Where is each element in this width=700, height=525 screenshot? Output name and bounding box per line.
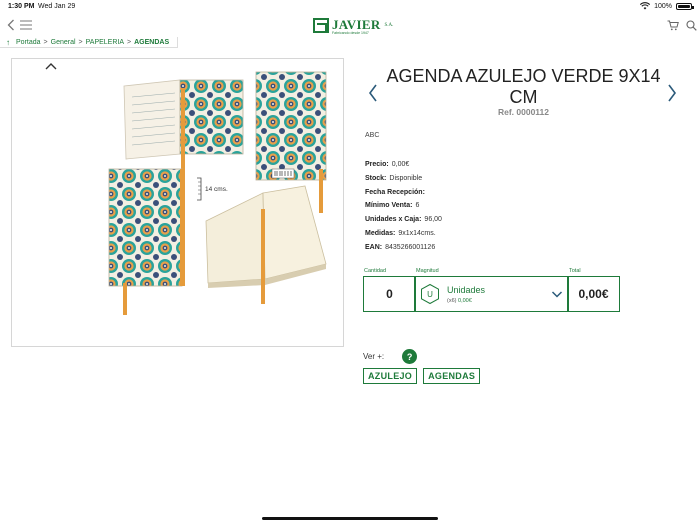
total-header: Total (569, 268, 581, 274)
product-photo: 14 cms. (108, 71, 327, 315)
unit-select[interactable]: U Unidades (x6) 0,00€ (414, 276, 569, 312)
status-bar: 1:30 PM Wed Jan 29 100% (0, 0, 700, 13)
product-details: Precio: 0,00€ Stock: Disponible Fecha Rece… (365, 158, 442, 255)
battery-percent: 100% (654, 2, 672, 10)
order-panel: Cantidad Magnitud Total 0 U Unidades (x6… (363, 268, 620, 312)
detail-label: Fecha Recepción: (365, 188, 425, 196)
logo-mark-icon (313, 17, 329, 33)
closed-agenda-image (108, 168, 185, 315)
next-product-chevron-icon[interactable] (665, 82, 679, 104)
tag-agendas[interactable]: AGENDAS (423, 368, 481, 384)
tag-list: AZULEJO AGENDAS (363, 368, 481, 384)
breadcrumb-separator: > (78, 38, 83, 46)
tag-azulejo[interactable]: AZULEJO (363, 368, 418, 384)
breadcrumb-separator: > (127, 38, 132, 46)
detail-row-ean: EAN: 8435266001126 (365, 241, 442, 255)
wifi-icon (640, 2, 651, 10)
breadcrumb-item-papeleria[interactable]: PAPELERIA (86, 39, 124, 46)
unit-name: Unidades (447, 284, 486, 295)
detail-value: 0,00€ (391, 161, 410, 168)
detail-label: Mínimo Venta: (365, 202, 413, 210)
detail-label: EAN: (365, 243, 383, 251)
logo-suffix: S.A. (384, 22, 394, 28)
size-caption: 14 cms. (205, 186, 228, 193)
breadcrumb-item-general[interactable]: General (51, 39, 76, 46)
detail-value: 9x1x14cms. (398, 229, 436, 237)
magnitude-header: Magnitud (416, 268, 439, 274)
open-agenda-image (123, 79, 244, 174)
quantity-input[interactable]: 0 (363, 276, 416, 312)
previous-product-chevron-icon[interactable] (366, 82, 380, 104)
detail-row-reception-date: Fecha Recepción: (365, 186, 442, 200)
breadcrumb: ↑ Portada > General > PAPELERIA > AGENDA… (0, 37, 179, 48)
unit-hexagon-icon: U (419, 283, 441, 305)
detail-value: Disponible (389, 174, 423, 182)
status-date: Wed Jan 29 (38, 3, 76, 10)
help-question-button[interactable]: ? (402, 349, 418, 364)
breadcrumb-item-portada[interactable]: Portada (16, 39, 41, 46)
back-icon[interactable] (3, 17, 19, 33)
detail-value: 96,00 (424, 216, 442, 224)
brand-logo[interactable]: JAVIER S.A. Fabricando desde 1947 (313, 17, 394, 35)
status-time: 1:30 PM (8, 3, 35, 10)
breadcrumb-current: AGENDAS (134, 38, 170, 46)
cart-icon[interactable] (665, 17, 681, 33)
breadcrumb-separator: > (43, 38, 48, 46)
detail-row-stock: Stock: Disponible (365, 172, 442, 186)
status-right: 100% (640, 2, 694, 10)
detail-value: 6 (415, 202, 420, 210)
battery-icon (676, 2, 694, 10)
detail-row-measures: Medidas: 9x1x14cms. (365, 227, 442, 241)
logo-tagline: Fabricando desde 1947 (332, 31, 369, 35)
up-arrow-icon[interactable]: ↑ (6, 38, 10, 47)
detail-value: 8435266001126 (385, 243, 436, 251)
size-ruler: 14 cms. (197, 177, 228, 201)
product-image-panel[interactable]: 14 cms. (11, 58, 344, 347)
open-blank-agenda-image (205, 185, 327, 304)
detail-label: Unidades x Caja: (365, 216, 422, 224)
unit-icon-letter: U (427, 289, 433, 299)
detail-row-min-sale: Mínimo Venta: 6 (365, 199, 442, 213)
product-description: ABC (365, 132, 380, 139)
quantity-header: Cantidad (364, 268, 387, 274)
top-nav-bar: JAVIER S.A. Fabricando desde 1947 (0, 13, 700, 37)
chevron-down-icon[interactable] (551, 289, 563, 299)
search-icon[interactable] (683, 17, 699, 33)
product-ref: Ref. 0000112 (497, 107, 550, 117)
unit-price: 0,00€ (458, 297, 472, 304)
detail-label: Precio: (365, 161, 389, 168)
detail-label: Stock: (365, 174, 387, 182)
detail-label: Medidas: (365, 229, 396, 237)
unit-subtext: (x6) 0,00€ (447, 298, 485, 304)
detail-row-units-per-box: Unidades x Caja: 96,00 (365, 213, 442, 227)
detail-row-price: Precio: 0,00€ (365, 158, 442, 172)
home-indicator[interactable] (262, 517, 438, 520)
see-more: Ver +: ? (363, 349, 418, 364)
product-title: AGENDA AZULEJO VERDE 9X14 CM (386, 66, 661, 107)
menu-icon[interactable] (18, 17, 34, 33)
total-value: 0,00€ (567, 276, 620, 312)
unit-multiplier: (x6) (447, 297, 457, 304)
see-more-label: Ver +: (363, 352, 385, 361)
unit-text: Unidades (x6) 0,00€ (447, 285, 485, 304)
